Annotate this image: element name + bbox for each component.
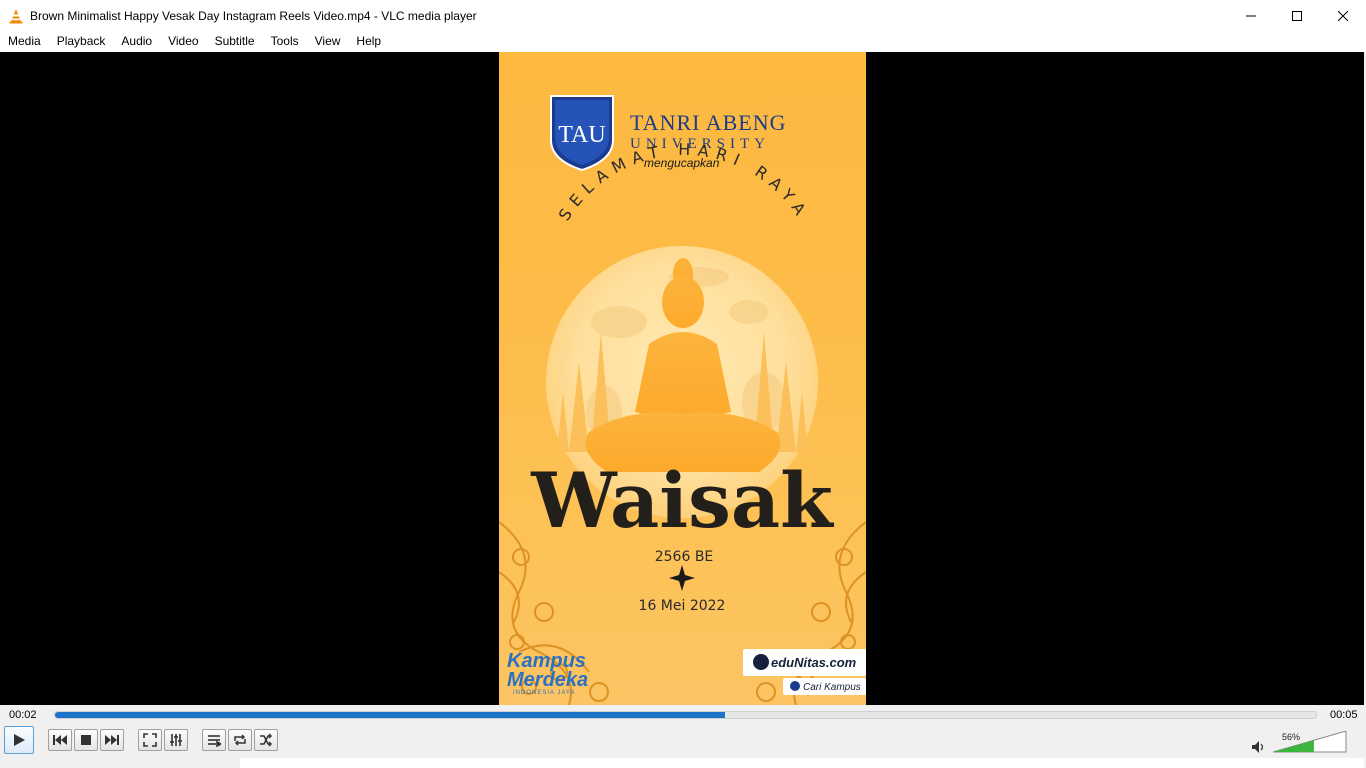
play-icon xyxy=(14,734,25,746)
year-text: 2566 BE xyxy=(655,549,714,565)
university-name: TANRI ABENG xyxy=(630,110,787,135)
edunitas-graduate-icon xyxy=(753,654,769,670)
maximize-icon xyxy=(1292,10,1302,21)
poster-artwork: TAU TANRI ABENG UNIVERSITY mengucapkan S… xyxy=(499,95,866,705)
minimize-button[interactable] xyxy=(1228,0,1274,31)
status-strip xyxy=(240,758,1364,768)
menu-video[interactable]: Video xyxy=(160,31,206,52)
previous-button[interactable] xyxy=(48,729,72,751)
minimize-icon xyxy=(1246,15,1256,16)
seek-progress xyxy=(55,712,725,718)
window-title: Brown Minimalist Happy Vesak Day Instagr… xyxy=(30,8,477,23)
shuffle-icon xyxy=(260,733,273,747)
extended-settings-button[interactable] xyxy=(164,729,188,751)
fullscreen-button[interactable] xyxy=(138,729,162,751)
equalizer-icon xyxy=(170,734,182,746)
speaker-icon[interactable] xyxy=(1252,741,1266,753)
university-shield-logo: TAU xyxy=(550,95,614,172)
maximize-button[interactable] xyxy=(1274,0,1320,31)
playlist-icon xyxy=(208,735,221,747)
kampus-merdeka-logo: Kampus Merdeka INDONESIA JAYA xyxy=(507,650,588,696)
edunitas-badge: eduNitas.com Cari Kampus xyxy=(743,649,866,695)
menu-playback[interactable]: Playback xyxy=(49,31,114,52)
loop-button[interactable] xyxy=(228,729,252,751)
stop-icon xyxy=(81,735,91,745)
edunitas-text: eduNitas.com xyxy=(771,655,857,670)
indonesia-jaya-text: INDONESIA JAYA xyxy=(513,690,575,696)
loop-icon xyxy=(234,734,246,746)
video-area[interactable]: TAU TANRI ABENG UNIVERSITY mengucapkan S… xyxy=(0,52,1364,705)
close-button[interactable] xyxy=(1320,0,1366,31)
menu-subtitle[interactable]: Subtitle xyxy=(207,31,263,52)
menu-bar: Media Playback Audio Video Subtitle Tool… xyxy=(0,31,1366,52)
merdeka-text: Merdeka xyxy=(507,669,588,691)
headline-waisak: Waisak xyxy=(530,456,834,545)
total-time[interactable]: 00:05 xyxy=(1330,709,1358,721)
play-button[interactable] xyxy=(4,726,34,754)
menu-media[interactable]: Media xyxy=(0,31,49,52)
date-text: 16 Mei 2022 xyxy=(639,598,726,614)
menu-audio[interactable]: Audio xyxy=(113,31,160,52)
next-button[interactable] xyxy=(100,729,124,751)
fullscreen-icon xyxy=(143,733,157,747)
logo-text: TAU xyxy=(558,122,605,148)
menu-help[interactable]: Help xyxy=(348,31,389,52)
volume-slider[interactable] xyxy=(1273,731,1347,753)
title-bar: Brown Minimalist Happy Vesak Day Instagr… xyxy=(0,0,1366,31)
elapsed-time[interactable]: 00:02 xyxy=(9,709,37,721)
video-frame: TAU TANRI ABENG UNIVERSITY mengucapkan S… xyxy=(499,52,866,705)
stop-button[interactable] xyxy=(74,729,98,751)
seek-bar[interactable] xyxy=(54,711,1317,719)
floral-ornament-right xyxy=(756,521,866,705)
skip-forward-icon xyxy=(105,735,119,745)
skip-back-icon xyxy=(53,735,67,745)
star-ornament-icon xyxy=(669,565,695,591)
cari-kampus-text: Cari Kampus xyxy=(803,682,861,693)
vlc-cone-icon xyxy=(9,8,23,23)
cari-kampus-icon xyxy=(790,681,800,691)
shuffle-button[interactable] xyxy=(254,729,278,751)
menu-view[interactable]: View xyxy=(307,31,349,52)
playlist-button[interactable] xyxy=(202,729,226,751)
menu-tools[interactable]: Tools xyxy=(263,31,307,52)
close-icon xyxy=(1338,10,1348,21)
